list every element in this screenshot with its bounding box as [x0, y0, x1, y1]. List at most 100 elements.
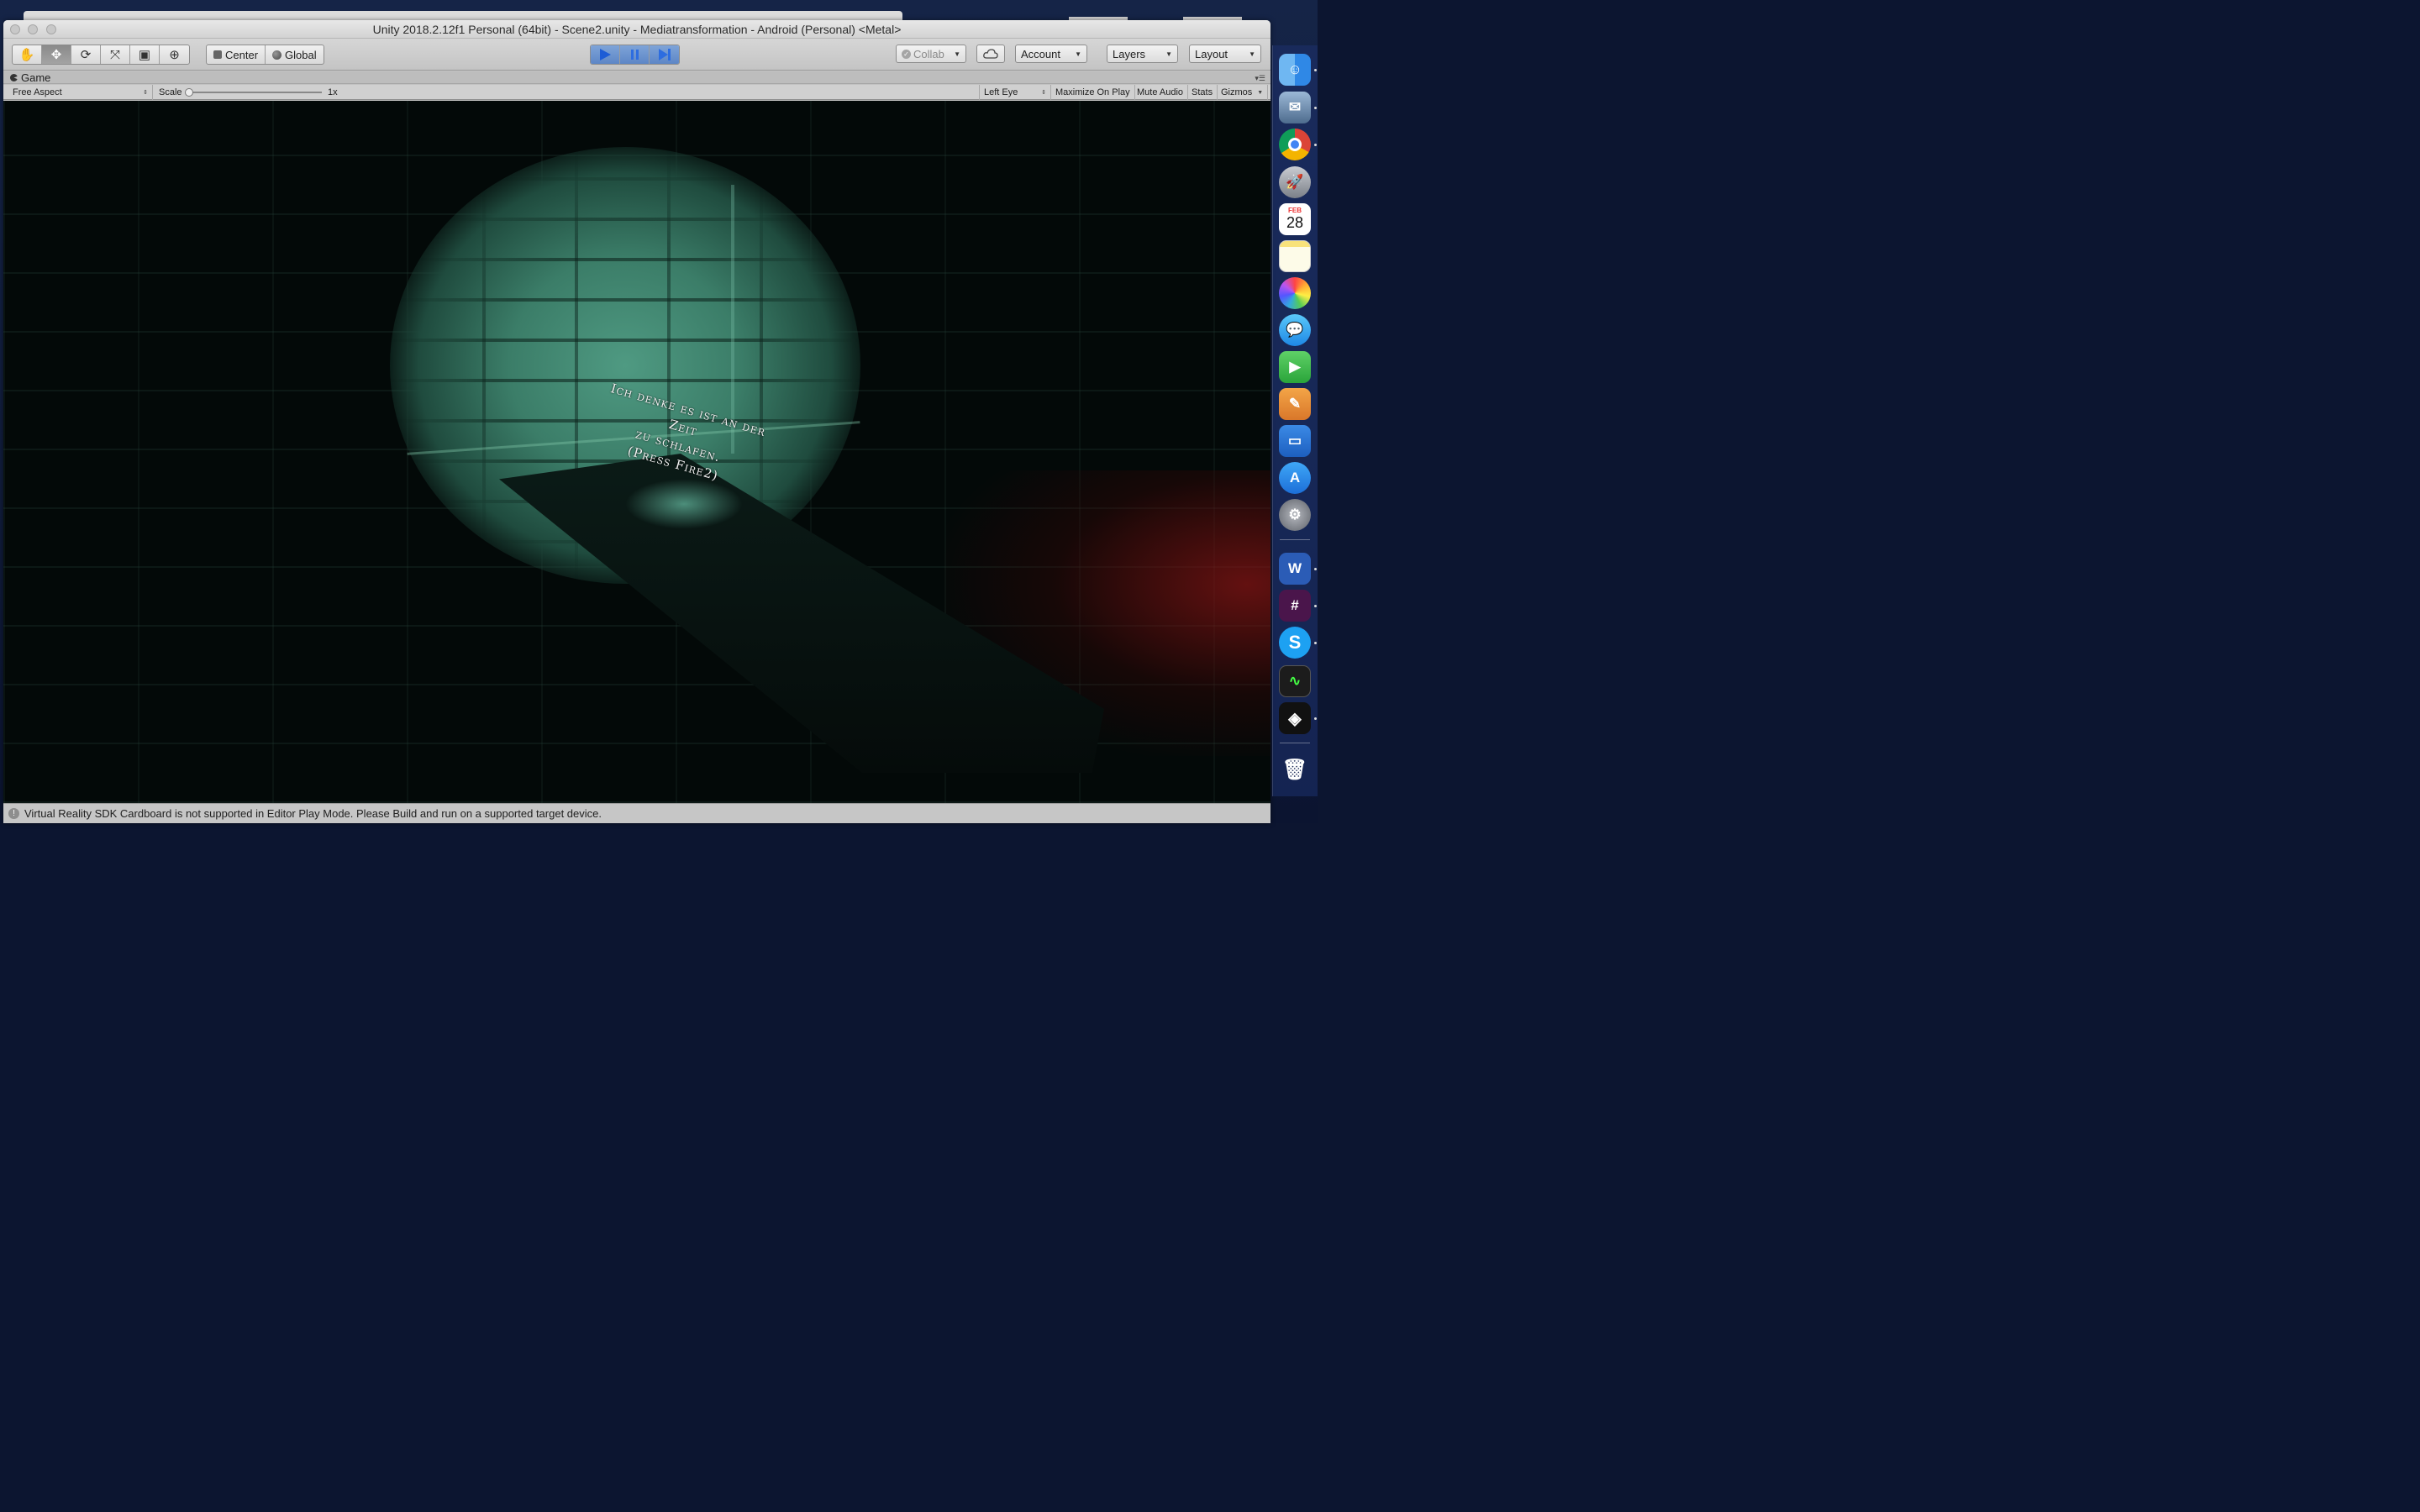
- maximize-on-play-toggle[interactable]: Maximize On Play: [1051, 85, 1135, 100]
- calendar-month: FEB: [1288, 207, 1302, 214]
- running-indicator: [1314, 605, 1317, 607]
- transform-tool-button[interactable]: ⊕: [160, 45, 189, 64]
- step-button[interactable]: [650, 45, 679, 64]
- stats-toggle[interactable]: Stats: [1187, 85, 1218, 100]
- pivot-global-label: Global: [285, 48, 317, 61]
- macos-dock: ☺ ✉ 🚀 FEB 28 💬 ▶ ✎ ▭ A ⚙ W # S ∿ ◈ 🗑: [1272, 45, 1318, 796]
- chevron-down-icon: ▼: [1075, 50, 1081, 58]
- console-status-bar[interactable]: ! Virtual Reality SDK Cardboard is not s…: [3, 803, 1270, 823]
- slack-icon[interactable]: #: [1279, 590, 1311, 622]
- unity-icon[interactable]: ◈: [1279, 702, 1311, 734]
- game-view-icon: [10, 74, 18, 81]
- system-preferences-icon[interactable]: ⚙: [1279, 499, 1311, 531]
- pivot-center-button[interactable]: Center: [207, 45, 266, 64]
- rotate-tool-button[interactable]: ⟳: [71, 45, 101, 64]
- globe-icon: [272, 50, 282, 60]
- app-store-icon[interactable]: A: [1279, 462, 1311, 494]
- pages-icon[interactable]: ✎: [1279, 388, 1311, 420]
- pause-button[interactable]: [620, 45, 650, 64]
- status-message: Virtual Reality SDK Cardboard is not sup…: [24, 807, 602, 820]
- eye-label: Left Eye: [984, 87, 1018, 97]
- keynote-icon[interactable]: ▭: [1279, 425, 1311, 457]
- info-icon: !: [8, 808, 19, 819]
- wall-writing: [1153, 101, 1270, 177]
- pivot-toggles: Center Global: [206, 45, 324, 65]
- scale-icon: ⤧: [109, 47, 120, 62]
- pause-icon: [630, 50, 639, 60]
- launchpad-icon[interactable]: 🚀: [1279, 166, 1311, 198]
- facetime-icon[interactable]: ▶: [1279, 351, 1311, 383]
- scale-value-text: 1x: [328, 87, 338, 97]
- aspect-dropdown[interactable]: Free Aspect ⇕: [8, 85, 153, 100]
- tab-game-label: Game: [21, 71, 51, 84]
- collab-label: Collab: [913, 47, 944, 60]
- game-view-toolbar: Free Aspect ⇕ Scale 1x Left Eye ⇕ Maximi…: [3, 85, 1270, 100]
- activity-monitor-icon[interactable]: ∿: [1279, 665, 1311, 697]
- running-indicator: [1314, 69, 1317, 71]
- pivot-global-button[interactable]: Global: [266, 45, 324, 64]
- stats-label: Stats: [1192, 87, 1213, 97]
- aspect-label: Free Aspect: [13, 87, 62, 97]
- play-controls: [590, 45, 680, 65]
- maximize-label: Maximize On Play: [1055, 87, 1130, 97]
- step-icon: [658, 49, 671, 60]
- rotate-icon: ⟳: [80, 48, 92, 62]
- gizmos-dropdown[interactable]: Gizmos ▼: [1217, 85, 1269, 100]
- scale-label: Scale: [159, 87, 182, 97]
- tab-bar: Game ▾☰: [3, 71, 1270, 84]
- running-indicator: [1314, 717, 1317, 720]
- chevron-down-icon: ▼: [1249, 50, 1255, 58]
- play-button[interactable]: [591, 45, 620, 64]
- cloud-services-button[interactable]: [976, 45, 1005, 63]
- trash-icon[interactable]: 🗑: [1279, 753, 1311, 785]
- mute-audio-toggle[interactable]: Mute Audio: [1133, 85, 1189, 100]
- play-icon: [599, 49, 611, 60]
- skype-icon[interactable]: S: [1279, 627, 1311, 659]
- preview-icon[interactable]: ✉: [1279, 92, 1311, 123]
- chevron-down-icon: ▼: [1257, 89, 1264, 96]
- account-dropdown[interactable]: Account ▼: [1015, 45, 1087, 63]
- game-viewport[interactable]: Ich denke es ist an der Zeit zu schlafen…: [3, 101, 1270, 803]
- notes-icon[interactable]: [1279, 240, 1311, 272]
- dock-separator: [1280, 539, 1310, 540]
- layout-dropdown[interactable]: Layout ▼: [1189, 45, 1261, 63]
- calendar-icon[interactable]: FEB 28: [1279, 203, 1311, 235]
- chevron-down-icon: ▼: [1165, 50, 1172, 58]
- tab-game[interactable]: Game: [10, 71, 50, 84]
- finder-icon[interactable]: ☺: [1279, 54, 1311, 86]
- check-icon: ✓: [902, 49, 911, 59]
- transform-tools: ✋ ✥ ⟳ ⤧ ▣ ⊕: [12, 45, 190, 65]
- running-indicator: [1314, 107, 1317, 109]
- scale-slider-thumb[interactable]: [185, 88, 193, 97]
- collab-dropdown[interactable]: ✓ Collab ▼: [896, 45, 966, 63]
- title-bar[interactable]: Unity 2018.2.12f1 Personal (64bit) - Sce…: [3, 20, 1270, 39]
- chrome-icon[interactable]: [1279, 129, 1311, 160]
- unity-editor-window: Unity 2018.2.12f1 Personal (64bit) - Sce…: [3, 20, 1270, 823]
- mute-label: Mute Audio: [1137, 87, 1184, 97]
- layers-dropdown[interactable]: Layers ▼: [1107, 45, 1178, 63]
- account-label: Account: [1021, 47, 1060, 60]
- window-title: Unity 2018.2.12f1 Personal (64bit) - Sce…: [372, 23, 902, 36]
- layers-label: Layers: [1113, 47, 1146, 60]
- tab-menu-icon[interactable]: ▾☰: [1255, 74, 1265, 83]
- pivot-center-label: Center: [225, 48, 259, 61]
- eye-dropdown[interactable]: Left Eye ⇕: [979, 85, 1051, 100]
- chevron-updown-icon: ⇕: [1041, 90, 1046, 96]
- chevron-down-icon: ▼: [954, 50, 960, 58]
- calendar-day: 28: [1286, 214, 1304, 231]
- scale-tool-button[interactable]: ⤧: [101, 45, 130, 64]
- chevron-updown-icon: ⇕: [143, 90, 148, 96]
- word-icon[interactable]: W: [1279, 553, 1311, 585]
- cloud-icon: [983, 49, 998, 59]
- photos-icon[interactable]: [1279, 277, 1311, 309]
- rect-icon: ▣: [138, 48, 151, 62]
- move-tool-button[interactable]: ✥: [42, 45, 71, 64]
- scale-slider-track[interactable]: [189, 92, 322, 93]
- messages-icon[interactable]: 💬: [1279, 314, 1311, 346]
- running-indicator: [1314, 642, 1317, 644]
- rect-tool-button[interactable]: ▣: [130, 45, 160, 64]
- gizmos-label: Gizmos: [1221, 87, 1253, 97]
- hand-tool-button[interactable]: ✋: [13, 45, 42, 64]
- main-toolbar: ✋ ✥ ⟳ ⤧ ▣ ⊕ Center Global ✓ Collab ▼ Acc…: [3, 39, 1270, 71]
- move-icon: ✥: [50, 48, 62, 62]
